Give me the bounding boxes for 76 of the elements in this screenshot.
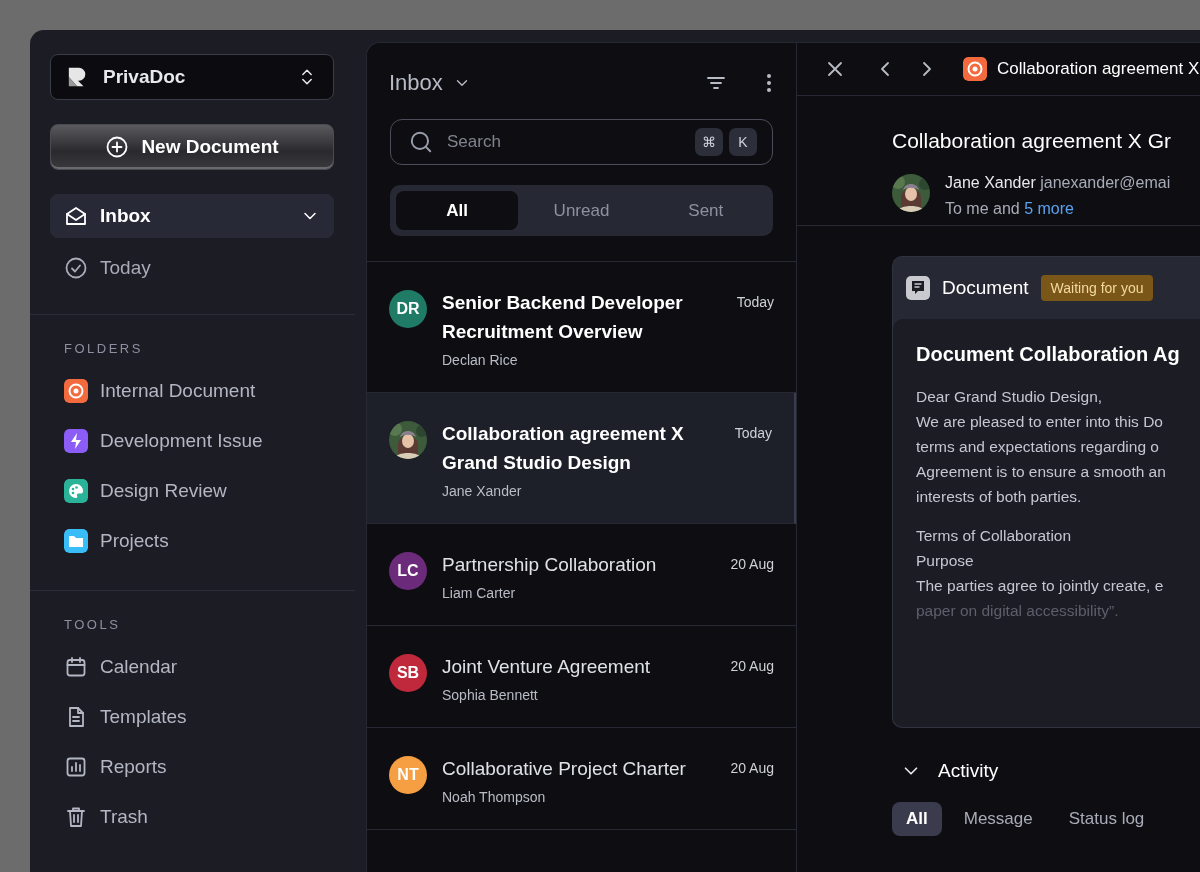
workspace-selector[interactable]: PrivaDoc: [50, 54, 334, 100]
sidebar-item[interactable]: Development Issue: [64, 416, 366, 466]
tab[interactable]: Message: [949, 802, 1047, 836]
message-title: Joint Venture Agreement: [442, 655, 652, 679]
new-document-button[interactable]: New Document: [50, 124, 334, 170]
document-text: Dear Grand Studio Design,: [916, 387, 1104, 407]
sidebar-item[interactable]: Internal Document: [64, 366, 366, 416]
document-text: interests of both parties.: [916, 487, 1083, 507]
section-heading: TOOLS: [64, 617, 122, 632]
message-sender: Sophia Bennett: [442, 687, 539, 703]
sidebar-item[interactable]: Reports: [64, 742, 366, 792]
shortcut-key: K: [729, 128, 757, 156]
tab[interactable]: Sent: [644, 191, 767, 230]
status-badge: Waiting for you: [1040, 275, 1154, 301]
document-heading: Document Collaboration Ag: [916, 343, 1181, 366]
email-subject: Collaboration agreement X Gr: [892, 129, 1172, 153]
check-circle-icon: [64, 256, 88, 280]
document-text: terms and expectations regarding o: [916, 437, 1160, 457]
target-icon: [963, 57, 987, 81]
trash-icon: [64, 805, 88, 829]
document-text: Purpose: [916, 551, 975, 571]
document-text: The parties agree to jointly create, e: [916, 576, 1165, 596]
message-sender: Jane Xander: [442, 483, 523, 499]
activity-title: Activity: [938, 760, 999, 782]
recipients-text: To me and 5 more: [945, 200, 1075, 218]
sidebar-item[interactable]: Design Review: [64, 466, 366, 516]
avatar: DR: [389, 290, 427, 328]
plus-icon: [105, 135, 130, 159]
message-title: Collaborative Project Charter: [442, 757, 687, 781]
nav-item[interactable]: Today: [50, 246, 334, 290]
avatar: SB: [389, 654, 427, 692]
message-sender: Liam Carter: [442, 585, 517, 601]
avatar: NT: [389, 756, 427, 794]
tab[interactable]: Status log: [1054, 802, 1159, 836]
message-row[interactable]: SB Joint Venture Agreement 20 Aug Sophia Bennett: [367, 626, 796, 728]
message-date: 20 Aug: [730, 658, 774, 674]
inbox-dropdown[interactable]: Inbox: [389, 70, 471, 96]
message-title: Collaboration agreement X Grand Studio Design: [442, 422, 685, 475]
calendar-icon: [64, 655, 88, 679]
document-title: Collaboration agreement X: [997, 59, 1200, 79]
tab[interactable]: All: [892, 802, 942, 836]
document-icon: [906, 276, 930, 300]
more-recipients-link[interactable]: 5 more: [1024, 200, 1074, 217]
sidebar-item[interactable]: Templates: [64, 692, 366, 742]
document-text: Terms of Collaboration: [916, 526, 1073, 546]
message-sender: Noah Thompson: [442, 789, 547, 805]
message-sender: Declan Rice: [442, 352, 519, 368]
nav-item[interactable]: Inbox: [50, 194, 334, 238]
sidebar-item[interactable]: Trash: [64, 792, 366, 842]
message-row[interactable]: LC Partnership Collaboration 20 Aug Liam Carter: [367, 524, 796, 626]
tab[interactable]: All: [396, 191, 519, 230]
document-text: We are pleased to enter into this Do: [916, 412, 1164, 432]
message-date: 20 Aug: [730, 760, 774, 776]
message-title: Senior Backend Developer Recruitment Overview: [442, 291, 684, 344]
document-text: Agreement is to ensure a smooth an: [916, 462, 1167, 482]
document-text: paper on digital accessibility”.: [916, 601, 1120, 621]
search-icon: [408, 129, 434, 155]
sidebar-item[interactable]: Calendar: [64, 642, 366, 692]
tab[interactable]: Unread: [520, 191, 643, 230]
workspace-name: PrivaDoc: [103, 66, 187, 88]
message-title: Partnership Collaboration: [442, 553, 658, 577]
message-row[interactable]: NT Collaborative Project Charter 20 Aug Noah Thompson: [367, 728, 796, 830]
message-row[interactable]: Collaboration agreement X Grand Studio Design Today Jane Xander: [367, 393, 796, 524]
shortcut-key: ⌘: [695, 128, 723, 156]
sidebar-item[interactable]: Projects: [64, 516, 366, 566]
chart-icon: [64, 755, 88, 779]
envelope-icon: [64, 204, 88, 228]
sender-email: janexander@emai: [1040, 174, 1171, 191]
more-icon[interactable]: [766, 73, 772, 93]
message-date: Today: [734, 425, 772, 441]
message-date: Today: [736, 294, 774, 310]
message-date: 20 Aug: [730, 556, 774, 572]
document-label: Document: [942, 277, 1029, 299]
section-heading: FOLDERS: [64, 341, 144, 356]
avatar: LC: [389, 552, 427, 590]
sender-name: Jane Xander: [945, 174, 1036, 191]
